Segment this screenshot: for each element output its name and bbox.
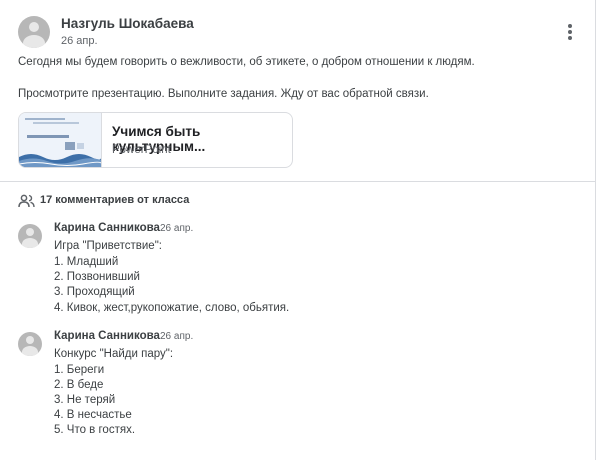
commenter-avatar[interactable]: [18, 224, 42, 248]
post-author-name: Назгуль Шокабаева: [61, 16, 194, 31]
post-text-line-1: Сегодня мы будем говорить о вежливости, …: [18, 56, 475, 68]
comment-line: 3. Не теряй: [54, 394, 116, 406]
comment-author: Карина Санникова: [54, 222, 160, 234]
stream-post-card: Назгуль Шокабаева 26 апр. Сегодня мы буд…: [0, 0, 596, 460]
comment-line: 4. Кивок, жест,рукопожатие, слово, обьят…: [54, 302, 290, 314]
comment-line: 2. Позвонивший: [54, 271, 140, 283]
post-text-line-2: Просмотрите презентацию. Выполните задан…: [18, 88, 429, 100]
comment-line: 1. Береги: [54, 364, 105, 376]
comment-line: Конкурс "Найди пару":: [54, 348, 174, 360]
post-date: 26 апр.: [61, 35, 98, 47]
comment-date: 26 апр.: [160, 223, 194, 234]
comment-line: 3. Проходящий: [54, 286, 135, 298]
commenter-avatar[interactable]: [18, 332, 42, 356]
comments-count-label: 17 комментариев от класса: [40, 194, 190, 206]
attachment-type: PowerPoint: [112, 144, 171, 156]
comment-line: 4. В несчастье: [54, 409, 132, 421]
divider: [0, 181, 596, 182]
comment-line: 2. В беде: [54, 379, 104, 391]
author-avatar[interactable]: [18, 16, 50, 48]
comment-line: 1. Младший: [54, 256, 119, 268]
comment-line: 5. Что в гостях.: [54, 424, 136, 436]
attachment-card[interactable]: Учимся быть культурным... PowerPoint: [18, 112, 293, 168]
people-icon: [18, 194, 35, 208]
more-vert-icon[interactable]: [560, 22, 580, 42]
presentation-thumbnail-icon: [19, 113, 102, 167]
comment-date: 26 апр.: [160, 331, 194, 342]
attachment-thumbnail: [19, 113, 102, 167]
comment-author: Карина Санникова: [54, 330, 160, 342]
comment-line: Игра "Приветствие":: [54, 240, 162, 252]
